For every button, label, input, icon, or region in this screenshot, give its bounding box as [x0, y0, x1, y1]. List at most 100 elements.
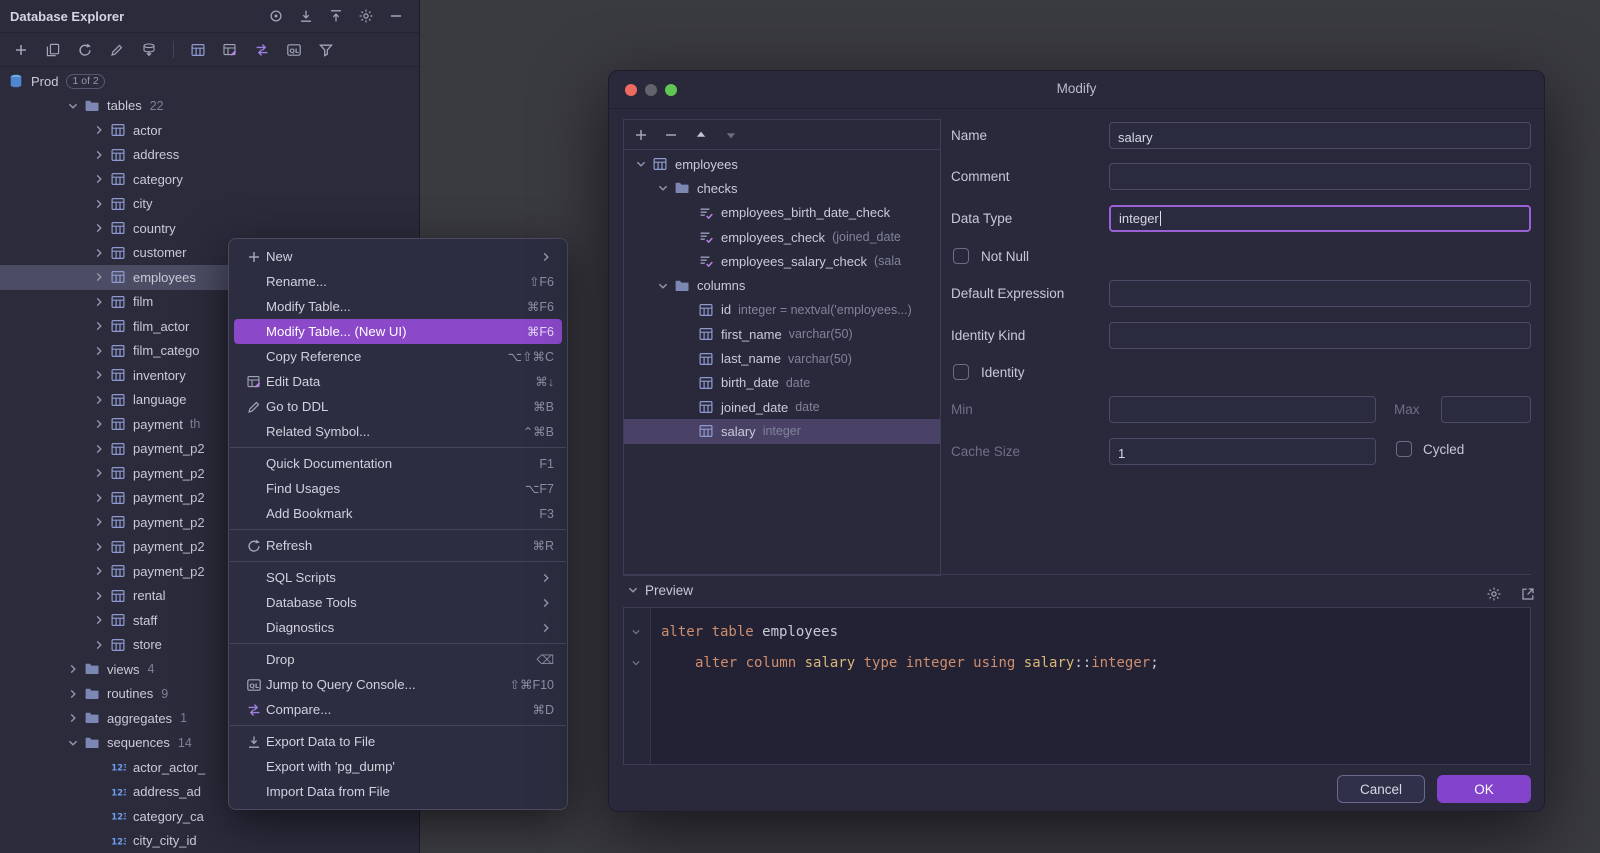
structure-item-columns[interactable]: columns [624, 273, 940, 297]
menu-item-jump-to-query-console[interactable]: QLJump to Query Console...⇧⌘F10 [234, 672, 562, 697]
cache-size-input[interactable] [1109, 438, 1376, 465]
menu-item-related-symbol[interactable]: Related Symbol...⌃⌘B [234, 419, 562, 444]
cancel-button[interactable]: Cancel [1337, 775, 1425, 803]
name-input[interactable] [1109, 122, 1531, 149]
chevron-down-icon[interactable] [64, 735, 82, 751]
chevron-right-icon[interactable] [90, 539, 108, 555]
chevron-right-icon[interactable] [90, 441, 108, 457]
comment-input[interactable] [1109, 163, 1531, 190]
default-expression-input[interactable] [1109, 280, 1531, 307]
menu-item-export-data-to-file[interactable]: Export Data to File [234, 729, 562, 754]
query-console-button[interactable]: QL [281, 38, 307, 62]
menu-item-find-usages[interactable]: Find Usages⌥F7 [234, 476, 562, 501]
menu-item-copy-reference[interactable]: Copy Reference⌥⇧⌘C [234, 344, 562, 369]
structure-item-id[interactable]: idinteger = nextval('employees...) [624, 298, 940, 322]
menu-item-go-to-ddl[interactable]: Go to DDL⌘B [234, 394, 562, 419]
chevron-right-icon[interactable] [64, 686, 82, 702]
menu-item-sql-scripts[interactable]: SQL Scripts [234, 565, 562, 590]
menu-item-import-data-from-file[interactable]: Import Data from File [234, 779, 562, 804]
structure-item-employees-salary-check[interactable]: employees_salary_check(sala [624, 249, 940, 273]
collapse-all-button[interactable] [323, 4, 349, 28]
chevron-right-icon[interactable] [90, 588, 108, 604]
view-table-button[interactable] [185, 38, 211, 62]
menu-item-modify-table[interactable]: Modify Table...⌘F6 [234, 294, 562, 319]
fold-marker-icon[interactable] [629, 625, 643, 639]
menu-item-database-tools[interactable]: Database Tools [234, 590, 562, 615]
chevron-down-icon[interactable] [654, 180, 672, 196]
menu-item-export-with-pg-dump[interactable]: Export with 'pg_dump' [234, 754, 562, 779]
identity-checkbox[interactable] [953, 364, 969, 380]
chevron-right-icon[interactable] [90, 318, 108, 334]
tree-item-city-city-id[interactable]: 123city_city_id [0, 829, 420, 853]
data-type-input[interactable]: integer [1109, 205, 1531, 232]
refresh-button[interactable] [72, 38, 98, 62]
new-item-button[interactable] [8, 38, 34, 62]
structure-item-checks[interactable]: checks [624, 176, 940, 200]
chevron-right-icon[interactable] [90, 612, 108, 628]
open-in-editor-button[interactable] [1515, 582, 1541, 606]
tree-item-tables[interactable]: tables22 [0, 94, 420, 119]
structure-item-birth-date[interactable]: birth_datedate [624, 371, 940, 395]
menu-item-compare[interactable]: Compare...⌘D [234, 697, 562, 722]
menu-item-refresh[interactable]: Refresh⌘R [234, 533, 562, 558]
tree-item-address[interactable]: address [0, 143, 420, 168]
chevron-down-icon[interactable] [654, 278, 672, 294]
dump-data-button[interactable] [136, 38, 162, 62]
menu-item-rename[interactable]: Rename...⇧F6 [234, 269, 562, 294]
chevron-right-icon[interactable] [90, 465, 108, 481]
max-input[interactable] [1441, 396, 1531, 423]
chevron-right-icon[interactable] [90, 196, 108, 212]
menu-item-quick-documentation[interactable]: Quick DocumentationF1 [234, 451, 562, 476]
chevron-right-icon[interactable] [64, 661, 82, 677]
chevron-down-icon[interactable] [64, 98, 82, 114]
tree-item-category[interactable]: category [0, 167, 420, 192]
structure-item-employees-check[interactable]: employees_check(joined_date [624, 225, 940, 249]
menu-item-add-bookmark[interactable]: Add BookmarkF3 [234, 501, 562, 526]
chevron-right-icon[interactable] [90, 269, 108, 285]
edit-source-button[interactable] [104, 38, 130, 62]
chevron-right-icon[interactable] [90, 343, 108, 359]
remove-row-button[interactable] [658, 123, 684, 147]
expand-all-button[interactable] [293, 4, 319, 28]
menu-item-diagnostics[interactable]: Diagnostics [234, 615, 562, 640]
chevron-right-icon[interactable] [90, 490, 108, 506]
fold-marker-icon[interactable] [629, 656, 643, 670]
chevron-down-icon[interactable] [632, 156, 650, 172]
menu-item-drop[interactable]: Drop⌫ [234, 647, 562, 672]
chevron-right-icon[interactable] [90, 220, 108, 236]
preview-header[interactable]: Preview [625, 582, 693, 598]
menu-item-edit-data[interactable]: Edit Data⌘↓ [234, 369, 562, 394]
structure-item-last-name[interactable]: last_namevarchar(50) [624, 346, 940, 370]
min-input[interactable] [1109, 396, 1376, 423]
structure-item-first-name[interactable]: first_namevarchar(50) [624, 322, 940, 346]
jump-to-console-button[interactable] [249, 38, 275, 62]
move-up-button[interactable] [688, 123, 714, 147]
filter-button[interactable] [313, 38, 339, 62]
hide-panel-button[interactable] [383, 4, 409, 28]
preview-settings-button[interactable] [1481, 582, 1507, 606]
duplicate-button[interactable] [40, 38, 66, 62]
chevron-right-icon[interactable] [90, 637, 108, 653]
settings-button[interactable] [353, 4, 379, 28]
chevron-right-icon[interactable] [90, 294, 108, 310]
chevron-right-icon[interactable] [90, 147, 108, 163]
not-null-checkbox[interactable] [953, 248, 969, 264]
menu-item-new[interactable]: New [234, 244, 562, 269]
chevron-right-icon[interactable] [90, 416, 108, 432]
tree-item-city[interactable]: city [0, 192, 420, 217]
ok-button[interactable]: OK [1437, 775, 1531, 803]
structure-item-employees-birth-date-check[interactable]: employees_birth_date_check [624, 201, 940, 225]
structure-item-salary[interactable]: salaryinteger [624, 419, 940, 443]
chevron-right-icon[interactable] [90, 563, 108, 579]
identity-kind-input[interactable] [1109, 322, 1531, 349]
add-row-button[interactable] [628, 123, 654, 147]
cycled-checkbox[interactable] [1396, 441, 1412, 457]
structure-item-joined-date[interactable]: joined_datedate [624, 395, 940, 419]
tree-item-prod[interactable]: Prod1 of 2 [0, 69, 420, 94]
chevron-right-icon[interactable] [90, 367, 108, 383]
chevron-right-icon[interactable] [90, 171, 108, 187]
chevron-right-icon[interactable] [90, 122, 108, 138]
chevron-right-icon[interactable] [64, 710, 82, 726]
menu-item-modify-table-new-ui[interactable]: Modify Table... (New UI)⌘F6 [234, 319, 562, 344]
locate-button[interactable] [263, 4, 289, 28]
